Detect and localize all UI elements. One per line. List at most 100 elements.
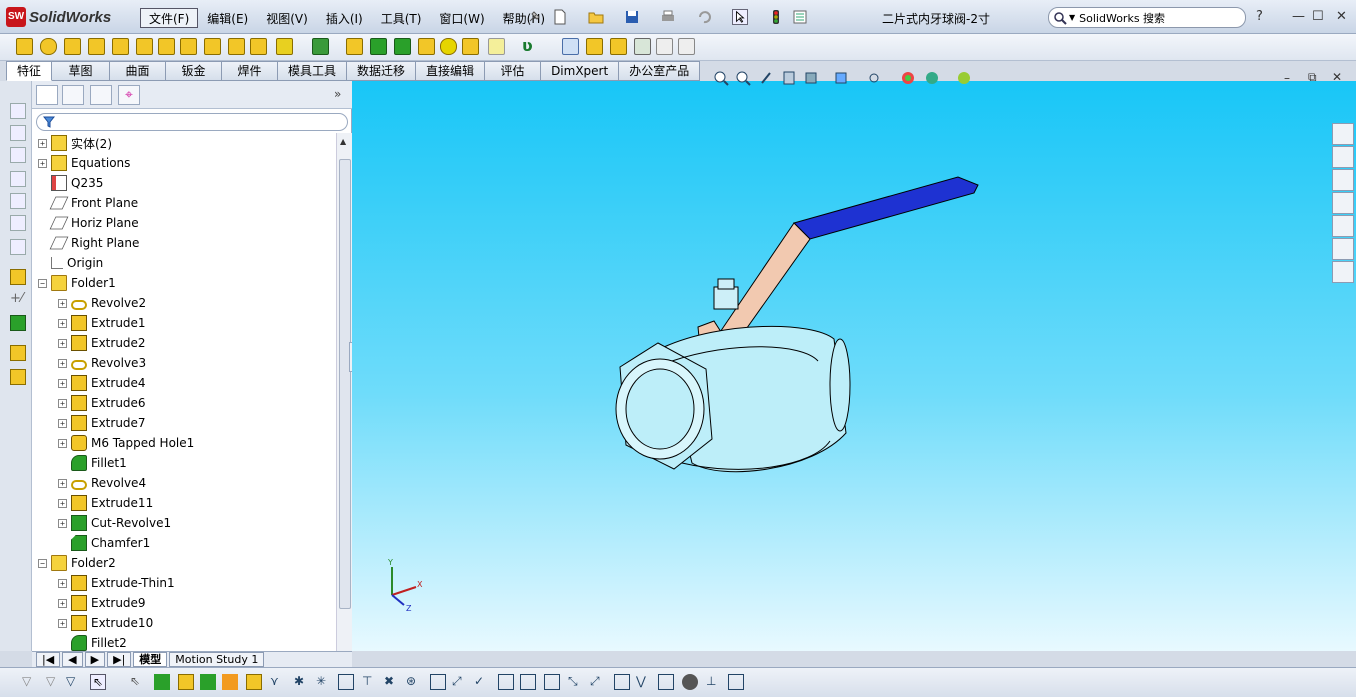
valve-handle-grip[interactable] (793, 176, 979, 240)
view-bottom-icon[interactable] (10, 215, 26, 231)
viewport-restore-button[interactable]: ⧉ (1308, 70, 1317, 85)
tab-office-products[interactable]: 办公室产品 (619, 61, 701, 81)
view-back-icon[interactable] (10, 125, 26, 141)
tree-scrollbar[interactable]: ▲ (336, 133, 352, 651)
zoom-to-area-icon[interactable] (736, 71, 751, 86)
nav-last-icon[interactable]: ▶| (107, 652, 132, 667)
filter-centerline-icon[interactable]: ✖ (384, 674, 400, 690)
replace-face-icon[interactable] (634, 38, 651, 55)
tab-data-migration[interactable]: 数据迁移 (347, 61, 417, 81)
expand-node-icon[interactable]: + (58, 598, 67, 608)
expand-node-icon[interactable]: + (58, 478, 67, 488)
expand-node-icon[interactable]: + (58, 418, 67, 428)
scroll-up-icon[interactable]: ▲ (340, 137, 346, 146)
filter-bend-lines-icon[interactable]: ⊥ (706, 674, 722, 690)
expand-node-icon[interactable]: + (58, 298, 67, 308)
display-relations-icon[interactable] (10, 315, 26, 331)
hide-show-items-icon[interactable] (869, 73, 879, 83)
filter-sketch-points-icon[interactable]: ✱ (294, 674, 310, 690)
tree-node[interactable]: Fillet2 (58, 633, 127, 651)
edit-appearance-icon[interactable] (902, 72, 914, 84)
filter-edges-icon[interactable] (154, 674, 170, 690)
draft-icon[interactable] (370, 38, 387, 55)
split-icon[interactable] (656, 38, 673, 55)
filter-weld-symbols-icon[interactable] (520, 674, 536, 690)
filter-sketch-segments-icon[interactable]: ✳ (316, 674, 332, 690)
tree-node[interactable]: − Folder2 (38, 553, 116, 573)
view-orientation-icon[interactable] (805, 72, 817, 84)
filter-datum-features-icon[interactable] (498, 674, 514, 690)
filter-dimensions-icon[interactable]: ⊛ (406, 674, 422, 690)
new-document-icon[interactable] (552, 9, 568, 25)
boundary-cut-icon[interactable] (250, 38, 267, 55)
viewport-minimize-button[interactable]: – (1284, 71, 1290, 85)
solidworks-resources-icon[interactable] (1332, 123, 1354, 145)
instant3d-icon[interactable] (562, 38, 579, 55)
tab-weldments[interactable]: 焊件 (222, 61, 279, 81)
filter-routing-points-icon[interactable] (658, 674, 674, 690)
dimxpert-manager-tab-icon[interactable]: ⌖ (118, 85, 140, 105)
expand-node-icon[interactable]: + (38, 158, 47, 168)
extruded-boss-icon[interactable] (16, 38, 33, 55)
app-logo[interactable]: SW SolidWorks (6, 7, 111, 27)
menu-tools[interactable]: 工具(T) (372, 8, 431, 28)
checklist-icon[interactable] (678, 38, 695, 55)
expand-node-icon[interactable]: + (58, 498, 67, 508)
collapse-node-icon[interactable]: − (38, 278, 47, 288)
tree-node[interactable]: + Extrude10 (58, 613, 153, 633)
filter-planes-icon[interactable]: ⋎ (270, 674, 286, 690)
search-input[interactable] (1079, 11, 1230, 24)
tree-node[interactable]: + M6 Tapped Hole1 (58, 433, 194, 453)
expand-panel-icon[interactable]: » (334, 87, 341, 101)
appearances-scenes-icon[interactable] (1332, 238, 1354, 260)
search-dropdown-icon[interactable]: ▼ (1069, 13, 1075, 22)
nav-first-icon[interactable]: |◀ (36, 652, 61, 667)
tree-node[interactable]: − Folder1 (38, 273, 116, 293)
curves-icon[interactable]: ʋ (522, 38, 539, 55)
filter-axes-icon[interactable] (246, 674, 262, 690)
move-face-icon[interactable] (586, 38, 603, 55)
view-isometric-icon[interactable] (10, 239, 26, 255)
tree-node[interactable]: + Revolve3 (58, 353, 146, 373)
ball-valve-3d-model[interactable] (602, 171, 992, 491)
tree-node[interactable]: + Extrude9 (58, 593, 146, 613)
feature-manager-tab-icon[interactable] (36, 85, 58, 105)
help-button[interactable]: ? (1256, 9, 1263, 24)
expand-node-icon[interactable]: + (58, 318, 67, 328)
expand-node-icon[interactable]: + (58, 518, 67, 528)
expand-node-icon[interactable]: + (58, 578, 67, 588)
filter-connection-points-icon[interactable]: ⋁ (636, 674, 652, 690)
view-palette-icon[interactable] (1332, 215, 1354, 237)
tree-node[interactable]: Origin (38, 253, 103, 273)
close-button[interactable]: ✕ (1336, 9, 1347, 24)
tab-direct-editing[interactable]: 直接编辑 (416, 61, 486, 81)
filter-pin-icon[interactable]: ▽ (46, 674, 62, 690)
tree-node[interactable]: + Revolve4 (58, 473, 146, 493)
extruded-boss-side-icon[interactable] (10, 345, 26, 361)
pin-icon[interactable] (526, 9, 542, 25)
configuration-manager-tab-icon[interactable] (90, 85, 112, 105)
view-right-icon[interactable] (10, 171, 26, 187)
fillet-tool-icon[interactable] (276, 38, 293, 55)
menu-window[interactable]: 窗口(W) (430, 8, 493, 28)
filter-surface-bodies-icon[interactable] (222, 674, 238, 690)
swept-cut-icon[interactable] (204, 38, 221, 55)
linear-pattern-icon[interactable] (312, 38, 329, 55)
boundary-boss-icon[interactable] (112, 38, 129, 55)
mirror-icon[interactable] (462, 38, 479, 55)
viewport-close-button[interactable]: ✕ (1332, 70, 1342, 84)
menu-view[interactable]: 视图(V) (257, 8, 317, 28)
tree-node[interactable]: Right Plane (38, 233, 139, 253)
filter-table-icon[interactable] (728, 674, 744, 690)
print-icon[interactable] (660, 9, 676, 25)
tree-node[interactable]: Chamfer1 (58, 533, 150, 553)
tree-node[interactable]: + Cut-Revolve1 (58, 513, 171, 533)
expand-node-icon[interactable]: + (58, 358, 67, 368)
select-all-filter-icon[interactable]: ⇖ (90, 674, 106, 690)
file-explorer-icon[interactable] (1332, 169, 1354, 191)
hole-wizard-tool-icon[interactable] (158, 38, 175, 55)
tree-node[interactable]: Fillet1 (58, 453, 127, 473)
view-settings-icon[interactable] (958, 72, 970, 84)
tree-node[interactable]: + 实体(2) (38, 133, 112, 153)
menu-edit[interactable]: 编辑(E) (198, 8, 257, 28)
